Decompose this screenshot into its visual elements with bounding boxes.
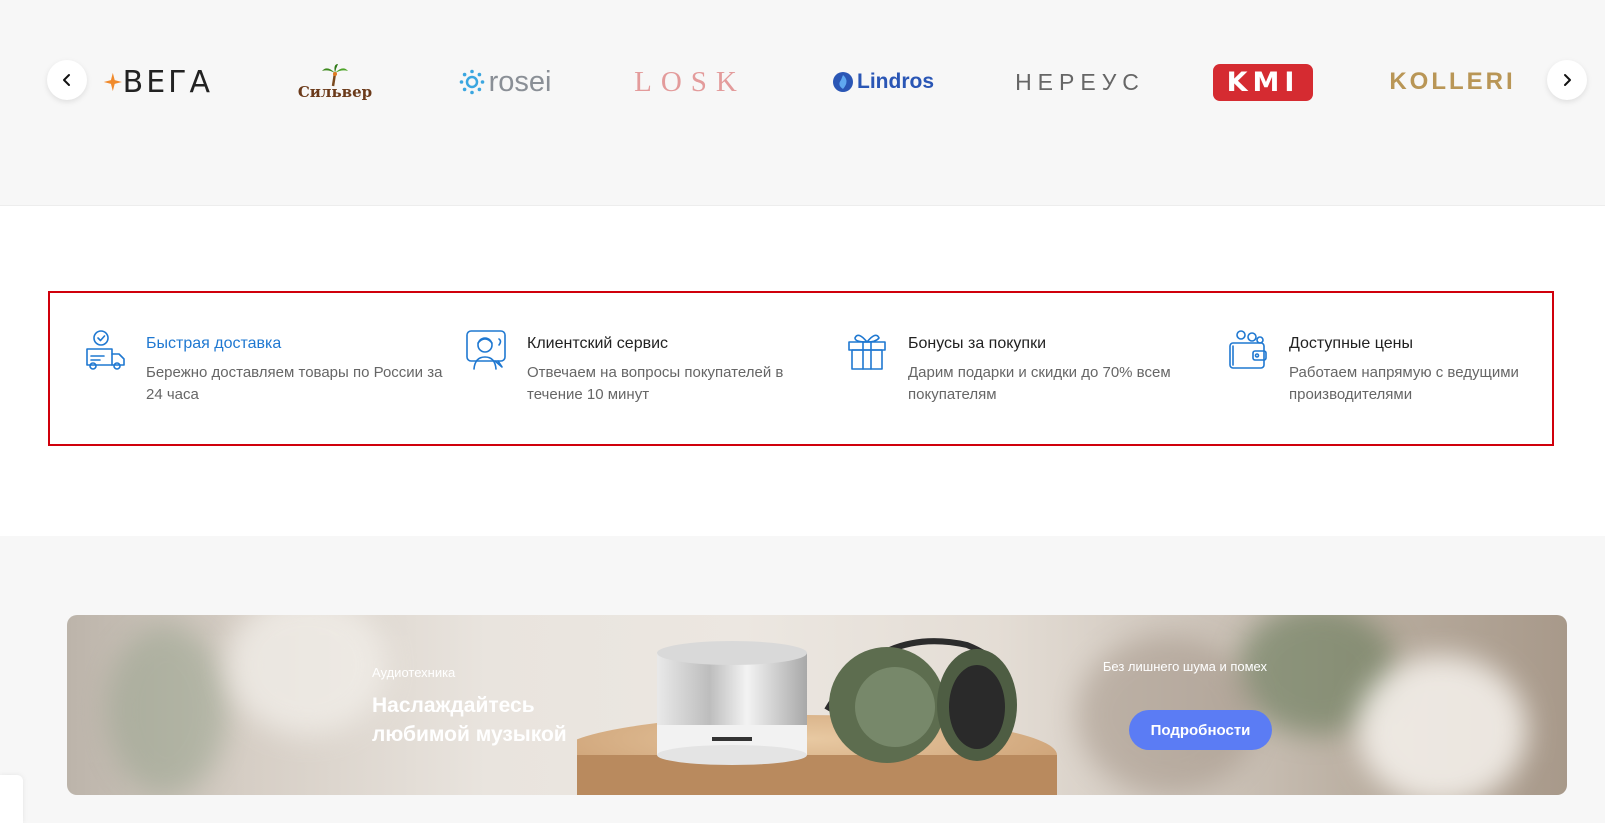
- brand-logo-text: KOLLERI: [1389, 68, 1516, 95]
- feature-title: Доступные цены: [1289, 335, 1413, 352]
- brand-logo-text: Сильвер: [297, 83, 373, 101]
- promo-banner[interactable]: Аудиотехника Наслаждайтесь любимой музык…: [67, 615, 1567, 795]
- brand-carousel: ВЕГА Сильвер rosei LOSK Lindros НЕРЕУС K…: [0, 0, 1605, 206]
- brand-logo-kolleri[interactable]: KOLLERI: [1389, 58, 1512, 106]
- feature-affordable-prices: Доступные цены Работаем напрямую с ведущ…: [1209, 329, 1569, 409]
- feature-description: Дарим подарки и скидки до 70% всем покуп…: [908, 364, 1171, 403]
- banner-side-text: Без лишнего шума и помех: [1102, 659, 1267, 674]
- brand-logo-nereus[interactable]: НЕРЕУС: [1015, 58, 1145, 106]
- brand-logo-losk[interactable]: LOSK: [634, 58, 746, 106]
- brand-logo-lindros[interactable]: Lindros: [828, 58, 938, 106]
- brand-logo-vega[interactable]: ВЕГА: [103, 58, 213, 106]
- brand-logo-rosei[interactable]: rosei: [450, 58, 560, 106]
- banner-subtitle: Аудиотехника: [372, 665, 456, 680]
- brand-logo-kmi[interactable]: KMI: [1213, 58, 1313, 106]
- brand-logo-silver[interactable]: Сильвер: [285, 58, 385, 106]
- brand-logo-text: LOSK: [634, 65, 746, 98]
- star-icon: [103, 72, 122, 92]
- features-section: Быстрая доставка Бережно доставляем това…: [48, 291, 1554, 446]
- gift-icon: [848, 334, 886, 370]
- brand-logo-text: НЕРЕУС: [1015, 68, 1145, 95]
- feature-title: Клиентский сервис: [527, 335, 669, 352]
- brand-logo-text: rosei: [488, 65, 552, 98]
- chevron-left-icon: [63, 74, 70, 86]
- feature-description: Работаем напрямую с ведущими производите…: [1289, 364, 1519, 403]
- details-button[interactable]: Подробности: [1129, 710, 1272, 750]
- feature-customer-service: Клиентский сервис Отвечаем на вопросы по…: [447, 329, 807, 409]
- side-widget[interactable]: [0, 775, 23, 823]
- brand-logo-text: Lindros: [857, 70, 934, 93]
- brand-logo-text: KMI: [1213, 63, 1313, 101]
- background-plant: [107, 625, 227, 795]
- feature-fast-delivery: Быстрая доставка Бережно доставляем това…: [66, 329, 442, 409]
- feature-title[interactable]: Быстрая доставка: [146, 335, 281, 353]
- banner-title: Наслаждайтесь любимой музыкой: [372, 694, 567, 746]
- chevron-right-icon: [1564, 74, 1571, 86]
- carousel-next-button[interactable]: [1547, 60, 1587, 100]
- feature-description: Бережно доставляем товары по России за 2…: [146, 364, 443, 403]
- feature-description: Отвечаем на вопросы покупателей в течени…: [527, 364, 784, 403]
- carousel-prev-button[interactable]: [47, 60, 87, 100]
- background-fur: [1357, 655, 1527, 795]
- customer-service-icon: [466, 330, 506, 370]
- drop-icon: [833, 72, 853, 92]
- brand-logo-text: ВЕГА: [122, 64, 213, 100]
- background-window: [227, 615, 387, 735]
- wallet-icon: [1229, 330, 1267, 369]
- feature-title: Бонусы за покупки: [908, 335, 1047, 352]
- sun-icon: [459, 69, 484, 95]
- delivery-truck-icon: [86, 330, 125, 370]
- feature-bonuses: Бонусы за покупки Дарим подарки и скидки…: [828, 329, 1188, 409]
- speaker-headphones-image: [577, 638, 1057, 795]
